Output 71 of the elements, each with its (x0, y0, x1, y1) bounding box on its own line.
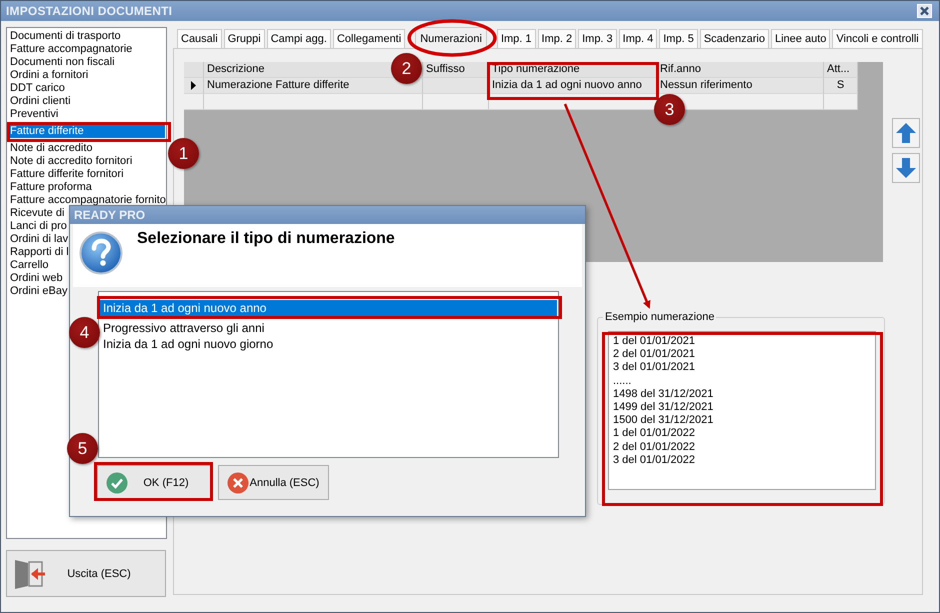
document-type-item[interactable]: Preventivi (8, 108, 60, 121)
example-line: 1500 del 31/12/2021 (613, 414, 714, 428)
document-type-item[interactable]: Fatture differite fornitori (8, 168, 126, 181)
tab[interactable]: Causali (177, 29, 222, 48)
document-type-item[interactable]: Note di accredito fornitori (8, 155, 134, 168)
document-type-item[interactable]: DDT carico (8, 82, 67, 95)
example-line: 1499 del 31/12/2021 (613, 401, 714, 414)
table-cell: Inizia da 1 ad ogni nuovo anno (489, 78, 657, 94)
tab[interactable]: Imp. 5 (659, 29, 698, 48)
numbering-option[interactable]: Inizia da 1 ad ogni nuovo anno (100, 300, 557, 316)
example-line: 1 del 01/01/2022 (613, 427, 696, 441)
cancel-button[interactable]: Annulla (ESC) (218, 465, 329, 500)
document-type-item[interactable]: Documenti di trasporto (8, 30, 123, 43)
document-type-item[interactable]: Carrello (8, 259, 51, 272)
document-type-item[interactable]: Note di accredito (8, 142, 95, 155)
table-cell: Numerazione Fatture differite (204, 78, 423, 94)
document-type-item[interactable]: Rapporti di l (8, 246, 71, 259)
tab[interactable]: Collegamenti (332, 29, 406, 48)
close-icon[interactable] (917, 4, 932, 18)
tab[interactable]: Linee auto (770, 29, 830, 48)
tab[interactable]: Campi agg. (266, 29, 331, 48)
table-cell: Nessun riferimento (657, 78, 824, 94)
document-type-item[interactable]: Fatture differite (8, 125, 165, 138)
dialog-prompt: Selezionare il tipo di numerazione (137, 230, 395, 249)
down-arrow-icon (895, 157, 917, 179)
tab[interactable]: Imp. 1 (496, 29, 536, 48)
document-type-item[interactable]: Ordini eBay (8, 285, 70, 298)
up-arrow-icon (895, 122, 917, 144)
dialog-title: READY PRO (74, 208, 146, 222)
move-down-button[interactable] (892, 153, 920, 183)
tab[interactable]: Imp. 3 (578, 29, 617, 48)
example-line: 3 del 01/01/2021 (613, 361, 696, 375)
move-up-button[interactable] (892, 118, 920, 148)
table-cell: S (824, 78, 858, 94)
question-icon (79, 231, 123, 275)
example-line: 3 del 01/01/2022 (613, 454, 696, 468)
document-type-item[interactable]: Fatture accompagnatorie (8, 43, 134, 56)
window-title: IMPOSTAZIONI DOCUMENTI (6, 4, 172, 18)
example-line: 2 del 01/01/2021 (613, 348, 696, 362)
tab[interactable]: Imp. 2 (538, 29, 576, 48)
document-type-item[interactable]: Ordini di lav (8, 233, 70, 246)
document-type-item[interactable]: Ordini clienti (8, 95, 73, 108)
group-title: Esempio numerazione (603, 311, 716, 323)
document-type-item[interactable]: Ricevute di (8, 207, 66, 220)
document-type-item[interactable]: Fatture proforma (8, 181, 94, 194)
example-line: ...... (613, 374, 632, 388)
exit-button[interactable]: Uscita (ESC) (6, 550, 166, 597)
document-type-item[interactable]: Ordini a fornitori (8, 69, 90, 82)
numbering-option[interactable]: Inizia da 1 ad ogni nuovo giorno (100, 336, 557, 352)
example-line: 1498 del 31/12/2021 (613, 388, 714, 402)
document-type-item[interactable]: Ordini web (8, 272, 65, 285)
tab[interactable]: Imp. 4 (618, 29, 658, 48)
document-type-item[interactable]: Documenti non fiscali (8, 56, 117, 69)
table-cell (824, 94, 858, 110)
column-header[interactable]: Suffisso (423, 62, 489, 78)
cancel-icon (227, 472, 249, 494)
document-type-item[interactable]: Fatture accompagnatorie fornito (8, 194, 166, 207)
row-pointer-icon (191, 81, 196, 90)
tab[interactable]: Scadenzario (700, 29, 769, 48)
check-icon (106, 472, 128, 494)
table-cell (423, 78, 489, 94)
tab[interactable]: Numerazioni (415, 27, 487, 49)
tab[interactable]: Gruppi (224, 29, 265, 48)
document-type-item[interactable]: Lanci di pro (8, 220, 69, 233)
numbering-option[interactable]: Progressivo attraverso gli anni (100, 320, 557, 336)
ok-button[interactable]: OK (F12) (97, 465, 213, 500)
column-header[interactable]: Att... (824, 62, 858, 78)
column-header[interactable]: Rif.anno (657, 62, 824, 78)
tab[interactable]: Vincoli e controlli (832, 29, 923, 48)
example-line: 2 del 01/01/2022 (613, 440, 696, 454)
example-line: 1 del 01/01/2021 (613, 335, 696, 348)
